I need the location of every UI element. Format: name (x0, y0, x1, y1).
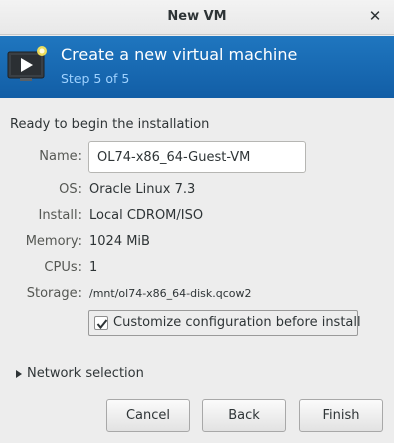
os-label: OS: (59, 182, 82, 197)
window-title: New VM (167, 9, 227, 24)
customize-checkbox[interactable] (94, 316, 108, 330)
memory-label: Memory: (25, 234, 82, 249)
back-button[interactable]: Back (202, 399, 286, 432)
cpus-value: 1 (89, 260, 98, 275)
expander-arrow-icon (16, 370, 22, 378)
customize-checkbox-row[interactable]: Customize configuration before install (88, 310, 361, 336)
vm-monitor-play-icon (6, 43, 50, 87)
section-title: Ready to begin the installation (10, 117, 210, 132)
os-value: Oracle Linux 7.3 (89, 182, 196, 197)
banner-heading: Create a new virtual machine (61, 45, 298, 64)
customize-checkbox-label[interactable]: Customize configuration before install (113, 315, 361, 330)
install-value: Local CDROM/ISO (89, 208, 204, 223)
wizard-banner: Create a new virtual machine Step 5 of 5 (0, 36, 394, 98)
name-label: Name: (39, 149, 82, 164)
install-label: Install: (38, 208, 82, 223)
cancel-button[interactable]: Cancel (106, 399, 190, 432)
network-selection-label[interactable]: Network selection (27, 366, 144, 381)
close-icon[interactable]: ✕ (365, 6, 385, 26)
storage-value: /mnt/ol74-x86_64-disk.qcow2 (89, 287, 252, 300)
memory-value: 1024 MiB (89, 234, 150, 249)
storage-label: Storage: (26, 286, 82, 301)
cpus-label: CPUs: (44, 260, 82, 275)
vm-name-input[interactable] (88, 141, 306, 173)
window-titlebar: New VM ✕ (0, 0, 394, 35)
checkmark-icon (96, 319, 108, 330)
finish-button[interactable]: Finish (299, 399, 383, 432)
banner-step: Step 5 of 5 (61, 71, 130, 86)
